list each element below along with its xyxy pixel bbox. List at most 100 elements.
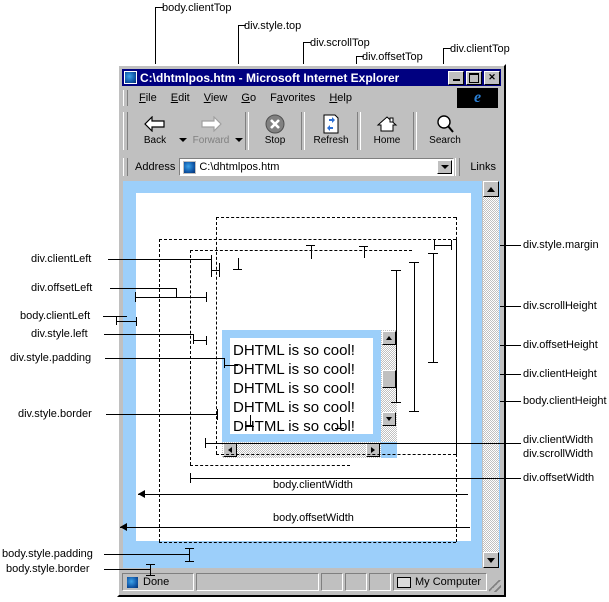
triangle-down-icon (487, 557, 495, 563)
cap-inner-e (335, 428, 344, 429)
dash-box2-left (159, 239, 160, 542)
refresh-icon (322, 113, 340, 135)
annotation-div-offsetwidth: div.offsetWidth (523, 472, 595, 484)
toolbar-label-search: Search (429, 135, 461, 146)
menu-item-view[interactable]: View (197, 91, 235, 105)
menu-grip[interactable] (123, 90, 128, 106)
annotation-body-clientheight: body.clientHeight (523, 395, 607, 407)
forward-dropdown-icon[interactable] (235, 138, 243, 142)
cap-body-style-border-top (146, 564, 155, 565)
menu-bar: File Edit View Go Favorites Help e (122, 88, 501, 108)
toolbar-button-stop[interactable]: Stop (251, 110, 299, 150)
inner-div-content: DHTML is so cool! DHTML is so cool! DHTM… (230, 338, 373, 434)
status-panel-a (321, 573, 343, 591)
dash-box2-top (159, 239, 456, 240)
leader-div-clientleft (108, 259, 212, 260)
leader-div-offsetleft (110, 288, 176, 289)
address-dropdown-button[interactable] (437, 160, 453, 174)
minimize-button[interactable] (448, 70, 464, 85)
menu-item-edit[interactable]: Edit (164, 91, 197, 105)
search-icon (435, 113, 455, 135)
app-icon (124, 71, 137, 84)
annotation-div-offsettop: div.offsetTop (362, 51, 423, 63)
annotation-div-clientwidth: div.clientWidth (523, 434, 594, 446)
tick-div-style-left-a (193, 334, 194, 344)
cap-div-scrollheight-top (428, 253, 438, 254)
status-zone-panel: My Computer (393, 573, 487, 591)
annotation-div-clientleft: div.clientLeft (31, 253, 92, 265)
scroll-down-button[interactable] (483, 552, 499, 568)
leader-div-offsetwidth (190, 478, 521, 479)
dash-inner-top (190, 250, 412, 251)
toolbar-label-back: Back (143, 135, 167, 146)
leader-body-clientleft (103, 316, 127, 317)
inner-div-element: DHTML is so cool! DHTML is so cool! DHTM… (222, 330, 397, 458)
status-zone: My Computer (415, 576, 482, 588)
annotation-div-scrolltop: div.scrollTop (310, 37, 370, 49)
annotation-div-clientheight: div.clientHeight (523, 368, 597, 380)
toolbar-button-search[interactable]: Search (419, 110, 471, 150)
toolbar-separator-1 (245, 112, 249, 150)
inner-vertical-thumb[interactable] (382, 370, 396, 388)
annotation-div-scrollheight: div.scrollHeight (523, 300, 597, 312)
cap-inner-c (233, 269, 242, 270)
toolbar-button-home[interactable]: Home (363, 110, 411, 150)
cap-div-offsetheight-bot (409, 411, 419, 412)
toolbar-button-forward[interactable]: Forward (187, 110, 235, 150)
inner-scroll-up-button[interactable] (382, 331, 396, 345)
toolbar-grip[interactable] (123, 112, 128, 150)
leader-div-style-border (106, 414, 218, 415)
toolbar: Back Forward Stop Refresh Home Search (122, 110, 501, 154)
toolbar-separator-4 (413, 112, 417, 150)
address-grip[interactable] (123, 158, 128, 176)
cap-div-clientheight-top (391, 270, 401, 271)
menu-item-help[interactable]: Help (322, 91, 359, 105)
annotation-div-clienttop: div.clientTop (450, 43, 510, 55)
status-page-icon (126, 575, 139, 589)
leader-body-style-padding (104, 554, 189, 555)
toolbar-label-forward: Forward (192, 135, 230, 146)
title-bar: C:\dhtmlpos.htm - Microsoft Internet Exp… (122, 69, 501, 86)
links-grip[interactable] (455, 158, 461, 176)
annotation-div-style-border: div.style.border (18, 408, 92, 420)
address-input[interactable]: C:\dhtmlpos.htm (179, 158, 455, 176)
triangle-right-icon (371, 447, 375, 453)
annotation-body-clientleft: body.clientLeft (20, 310, 91, 322)
scroll-up-button[interactable] (483, 181, 499, 197)
back-arrow-icon (144, 113, 166, 135)
leader-div-scrollwidth (205, 443, 466, 444)
cap-inner-d (245, 426, 254, 427)
inner-horizontal-scrollbar[interactable] (222, 442, 381, 458)
leader-body-clientleft-b (116, 321, 136, 322)
window-title: C:\dhtmlpos.htm - Microsoft Internet Exp… (140, 70, 400, 85)
annotation-div-style-top: div.style.top (244, 20, 302, 32)
toolbar-button-back[interactable]: Back (131, 110, 179, 150)
leader-div-clientheight (500, 374, 521, 375)
inner-scroll-down-button[interactable] (382, 412, 396, 426)
leader-div-offsettop-horizontal (356, 56, 364, 57)
page-vertical-scrollbar[interactable] (482, 181, 499, 568)
status-panel-b (345, 573, 367, 591)
menu-item-file[interactable]: File (132, 91, 164, 105)
back-dropdown-icon[interactable] (179, 138, 187, 142)
toolbar-separator-3 (357, 112, 361, 150)
close-button[interactable]: ✕ (484, 70, 500, 85)
annotation-div-style-margin: div.style.margin (523, 239, 599, 251)
computer-icon (397, 576, 411, 588)
tick-div-clientleft-a (211, 255, 212, 277)
triangle-up-icon (487, 186, 495, 192)
annotation-div-offsetheight: div.offsetHeight (523, 339, 598, 351)
tick-div-style-margin-b (451, 240, 452, 250)
resize-grip[interactable] (489, 580, 501, 592)
annotation-div-scrollwidth: div.scrollWidth (523, 448, 594, 460)
menu-item-go[interactable]: Go (234, 91, 263, 105)
toolbar-button-refresh[interactable]: Refresh (307, 110, 355, 150)
leader-div-offsetheight (500, 345, 521, 346)
maximize-button[interactable] (466, 70, 482, 85)
inner-vertical-scrollbar[interactable] (381, 330, 397, 442)
status-message-panel: Done (122, 573, 194, 591)
tick-body-clientleft-b (136, 317, 137, 326)
annotation-body-style-padding: body.style.padding (2, 548, 93, 560)
menu-item-favorites[interactable]: Favorites (263, 91, 322, 105)
cap-inner-b (359, 246, 368, 247)
